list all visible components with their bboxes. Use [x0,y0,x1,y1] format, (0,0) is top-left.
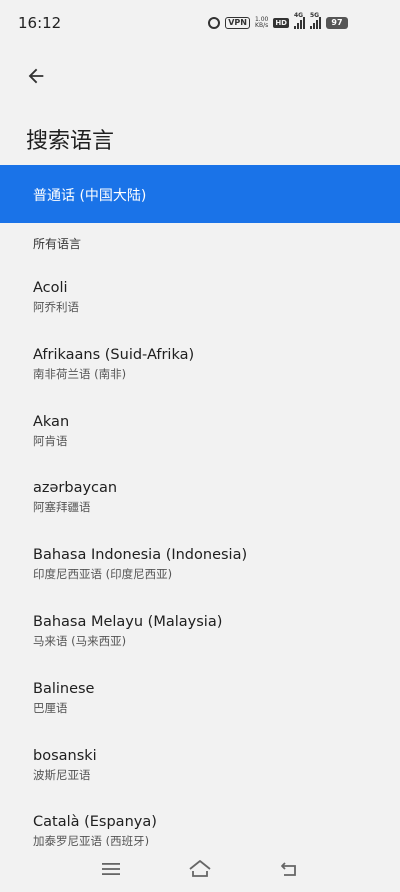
menu-button[interactable] [96,856,126,882]
language-name: azərbaycan [33,480,118,497]
battery-icon: 97 [326,17,348,29]
arrow-back-icon [28,68,44,84]
language-item[interactable]: azərbaycan 阿塞拜疆语 [0,470,400,537]
return-button[interactable] [274,856,304,882]
home-button[interactable] [185,856,215,882]
language-item[interactable]: Bahasa Melayu (Malaysia) 马来语 (马来西亚) [0,604,400,671]
signal-5g-icon: 5G [310,12,321,29]
menu-icon [102,863,120,875]
language-name: Akan [33,413,70,430]
hd-icon: HD [273,18,289,28]
alarm-icon [208,17,221,29]
language-name: Bahasa Indonesia (Indonesia) [33,547,248,564]
signal-4g-icon: 4G [294,12,305,29]
selected-language-label: 普通话 (中国大陆) [33,188,147,204]
language-name: Bahasa Melayu (Malaysia) [33,613,223,630]
language-item[interactable]: Acoli 阿乔利语 [0,270,400,337]
selected-language-item[interactable]: 普通话 (中国大陆) [0,165,400,223]
status-bar: 16:12 VPN 1.00 KB/s HD 4G 5G 97 [0,0,400,46]
language-name: Afrikaans (Suid-Afrika) [33,346,195,363]
status-icons: VPN 1.00 KB/s HD 4G 5G 97 [208,12,348,31]
language-name: Balinese [33,680,95,697]
signal-4g-label: 4G [294,12,304,19]
language-native-name: 波斯尼亚语 [33,767,91,782]
language-native-name: 阿塞拜疆语 [33,500,91,515]
back-button[interactable] [20,60,52,92]
language-native-name: 阿肯语 [33,433,68,448]
page-title: 搜索语言 [26,129,115,154]
language-name: Català (Espanya) [33,814,157,831]
navigation-bar [0,846,400,892]
language-native-name: 南非荷兰语 (南非) [33,366,127,381]
return-icon [281,862,296,876]
network-speed-indicator: 1.00 KB/s [255,17,268,29]
language-list: Acoli 阿乔利语 Afrikaans (Suid-Afrika) 南非荷兰语… [0,270,400,871]
language-native-name: 马来语 (马来西亚) [33,633,127,648]
status-time: 16:12 [18,14,62,32]
language-native-name: 巴厘语 [33,700,68,715]
home-icon [189,860,211,877]
language-item[interactable]: Afrikaans (Suid-Afrika) 南非荷兰语 (南非) [0,337,400,404]
language-item[interactable]: bosanski 波斯尼亚语 [0,738,400,805]
network-speed-unit: KB/s [255,22,269,29]
language-item[interactable]: Balinese 巴厘语 [0,671,400,738]
language-native-name: 印度尼西亚语 (印度尼西亚) [33,567,173,582]
screen: 16:12 VPN 1.00 KB/s HD 4G 5G 97 搜索语言 普通话… [0,0,400,892]
language-name: bosanski [33,747,97,764]
language-name: Acoli [33,280,68,296]
vpn-icon: VPN [225,17,250,29]
language-native-name: 阿乔利语 [33,300,79,314]
language-item[interactable]: Akan 阿肯语 [0,404,400,471]
language-item[interactable]: Bahasa Indonesia (Indonesia) 印度尼西亚语 (印度尼… [0,537,400,604]
section-header-all-languages: 所有语言 [33,237,82,251]
signal-5g-label: 5G [310,12,320,19]
